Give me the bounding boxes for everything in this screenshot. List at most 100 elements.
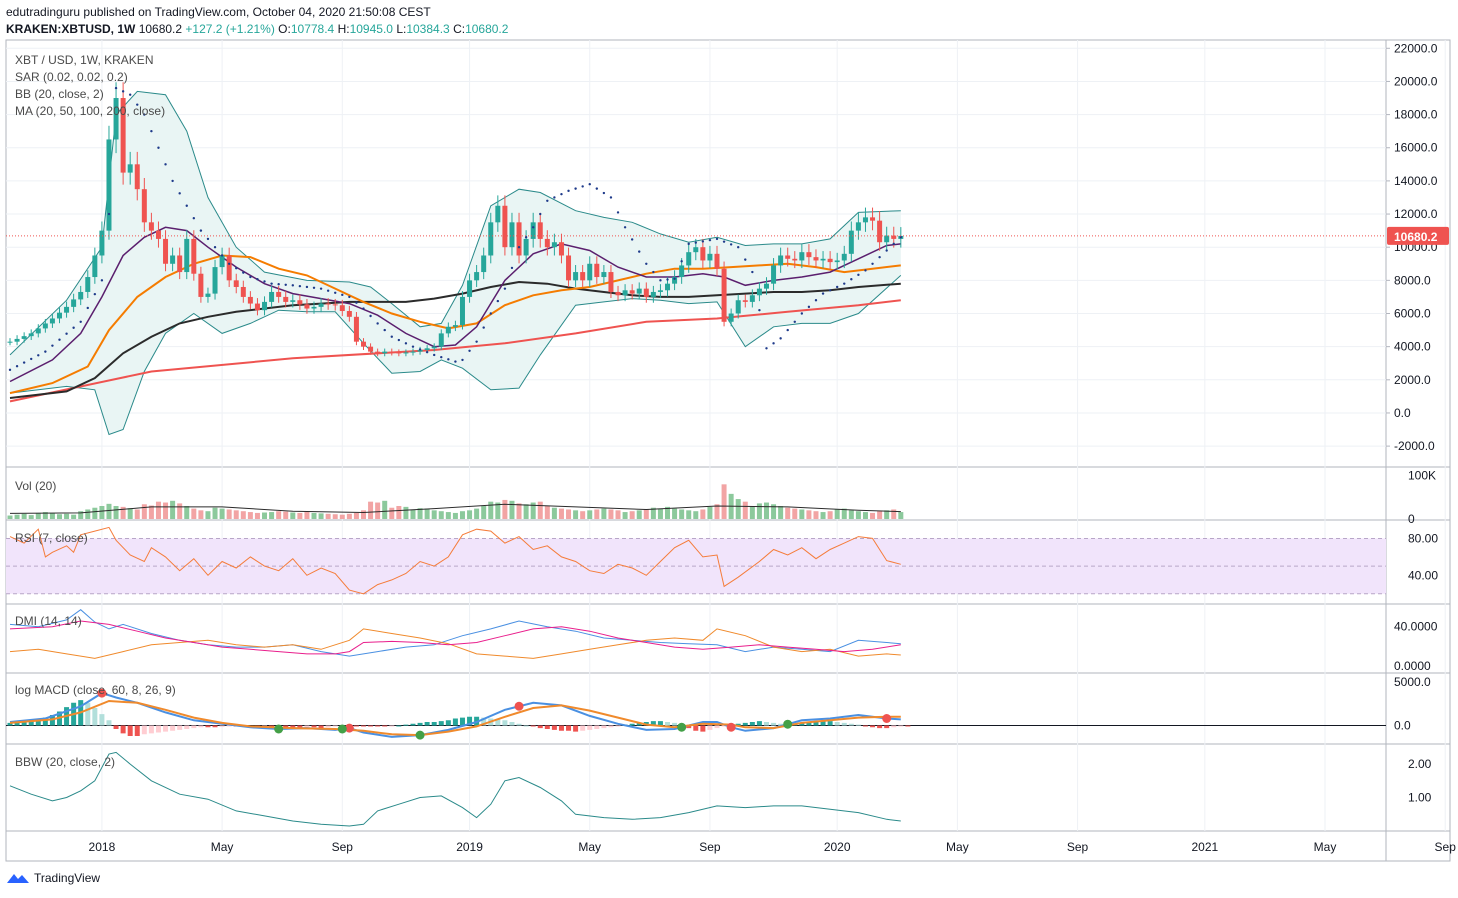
candle-body: [219, 255, 225, 268]
volume-bar: [240, 511, 246, 519]
macd-histogram-bar: [191, 725, 197, 729]
x-tick-label: Sep: [1435, 840, 1457, 854]
sar-dot: [828, 289, 832, 292]
volume-bar: [276, 511, 282, 519]
volume-bar: [212, 507, 218, 519]
candle-body: [643, 288, 649, 297]
candle-body: [56, 312, 62, 319]
macd-histogram-bar: [212, 725, 218, 728]
price-tick-label: 16000.0: [1394, 141, 1438, 155]
volume-bar: [792, 508, 798, 519]
volume-bar: [573, 510, 579, 519]
candle-body: [382, 351, 388, 354]
macd-histogram-bar: [848, 723, 854, 726]
volume-bar: [92, 507, 98, 519]
volume-bar: [361, 510, 366, 519]
candle-body: [170, 255, 176, 264]
volume-bar: [7, 515, 13, 519]
volume-bar: [516, 503, 522, 519]
sar-dot: [263, 280, 266, 283]
volume-bar: [735, 499, 741, 519]
macd-histogram-bar: [672, 722, 678, 726]
macd-histogram-bar: [855, 724, 861, 726]
macd-histogram-bar: [608, 725, 614, 728]
volume-bar: [290, 512, 296, 519]
volume-bar: [226, 509, 232, 519]
sar-dot: [609, 196, 613, 199]
sar-dot: [418, 348, 422, 351]
sar-dot: [800, 312, 804, 315]
chart-canvas[interactable]: Sep 2018 May Sep 2019 May Sep 2020 May Sep 2021 May…: [0, 0, 1458, 898]
volume-bar: [657, 508, 663, 519]
macd-histogram-bar: [573, 725, 579, 732]
macd-histogram-bar: [382, 725, 388, 727]
sar-dot: [114, 86, 118, 90]
x-tick-label: 2020: [824, 840, 851, 854]
volume-bar: [191, 508, 197, 519]
volume-bar: [813, 511, 819, 519]
volume-bar: [148, 505, 154, 519]
candle-body: [184, 238, 190, 273]
volume-bar: [353, 512, 359, 519]
sar-dot: [341, 293, 344, 297]
sar-dot: [242, 271, 245, 274]
volume-bar: [99, 506, 105, 519]
macd-histogram-bar: [749, 722, 755, 726]
macd-cross-down-marker: [514, 701, 524, 711]
volume-bar: [459, 511, 465, 519]
macd-histogram-bar: [417, 722, 423, 726]
macd-histogram-bar: [898, 725, 904, 727]
x-tick-label: 2018: [89, 840, 116, 854]
candle-body: [665, 283, 671, 291]
volume-bar: [806, 510, 812, 519]
sar-dot: [51, 344, 54, 347]
volume-bar: [799, 509, 805, 519]
macd-histogram-bar: [177, 725, 183, 730]
sar-dot: [440, 355, 443, 359]
candle-body: [375, 351, 381, 354]
dmi-series-line: [9, 628, 901, 659]
sar-dot: [638, 250, 641, 253]
volume-bar: [269, 512, 275, 519]
sar-dot: [708, 238, 712, 242]
candle-body: [608, 272, 614, 292]
candle-body: [587, 263, 593, 281]
candle-body: [106, 139, 112, 231]
tradingview-brand[interactable]: TradingView: [6, 871, 100, 885]
volume-bar: [368, 501, 374, 519]
sar-dot: [843, 282, 846, 285]
volume-bar: [396, 506, 402, 519]
candle-body: [290, 300, 296, 302]
macd-histogram-bar: [106, 720, 112, 726]
sar-dot: [878, 255, 881, 259]
candle-body: [749, 295, 755, 302]
sar-dot: [652, 270, 655, 274]
macd-histogram-bar: [424, 722, 430, 726]
sar-dot: [390, 335, 393, 338]
sar-dot: [722, 240, 726, 243]
macd-histogram-bar: [700, 725, 706, 732]
macd-histogram-bar: [134, 725, 140, 736]
volume-bar: [177, 503, 183, 519]
sar-dot: [334, 291, 337, 294]
volume-bar: [198, 510, 204, 519]
sar-dot: [765, 347, 768, 350]
sar-dot: [447, 358, 450, 361]
sar-dot: [171, 179, 174, 183]
candle-body: [530, 222, 536, 239]
sar-dot: [595, 187, 599, 190]
candle-body: [742, 300, 748, 302]
sar-dot: [814, 299, 818, 302]
candle-body: [254, 303, 260, 311]
volume-bar: [318, 513, 324, 519]
macd-tick-label: 5000.0: [1394, 675, 1431, 689]
macd-histogram-bar: [431, 722, 437, 726]
sar-dot: [666, 278, 669, 281]
volume-bar: [106, 503, 112, 519]
macd-cross-down-marker: [882, 714, 892, 723]
sar-dot: [885, 249, 888, 252]
sar-dot: [425, 350, 429, 354]
candle-body: [155, 230, 161, 239]
macd-histogram-bar: [551, 725, 557, 730]
price-legend-line: XBT / USD, 1W, KRAKEN: [15, 53, 153, 67]
